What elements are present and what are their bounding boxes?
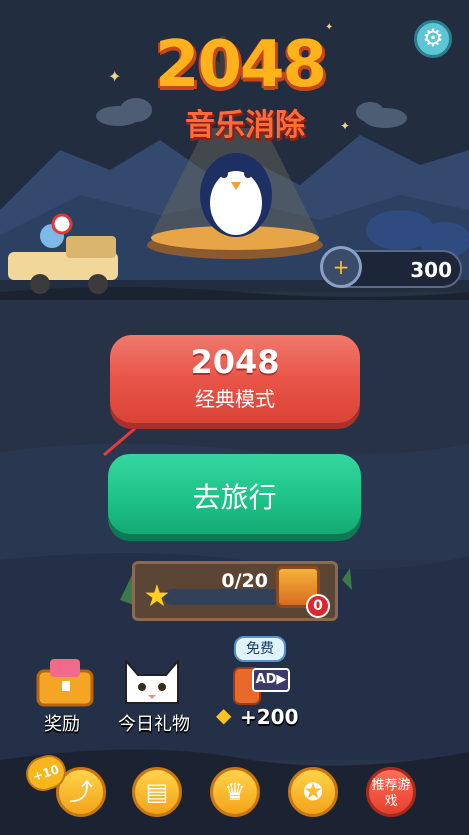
book-button[interactable]: ▤ bbox=[132, 767, 182, 817]
travel-button[interactable]: 去旅行 bbox=[108, 454, 361, 534]
ad-coin-reward: +200 bbox=[240, 705, 299, 729]
coin-balance-value: 300 bbox=[410, 258, 452, 282]
book-icon: ▤ bbox=[145, 778, 169, 806]
svg-text:✦: ✦ bbox=[340, 119, 350, 133]
share-icon: ⤴ bbox=[69, 778, 93, 806]
penguin-character bbox=[200, 153, 272, 237]
banana-coin-icon[interactable]: + bbox=[320, 246, 362, 288]
banana-coin-small-icon: ◆ bbox=[216, 703, 232, 727]
reward-label: 奖励 bbox=[44, 714, 80, 735]
classic-mode-label: 经典模式 bbox=[195, 387, 275, 411]
crown-icon: ♛ bbox=[224, 778, 246, 806]
medal-icon: ✪ bbox=[302, 778, 324, 806]
classic-mode-number: 2048 bbox=[190, 343, 280, 381]
achievement-button[interactable]: ✪ bbox=[288, 767, 338, 817]
star-icon: ★ bbox=[143, 579, 171, 614]
travel-button-label: 去旅行 bbox=[192, 481, 277, 514]
svg-text:✦: ✦ bbox=[108, 67, 121, 86]
logo-title: 2048 bbox=[154, 28, 327, 102]
classic-mode-button[interactable]: 2048 经典模式 bbox=[110, 335, 360, 423]
logo-subtitle: 音乐消除 bbox=[185, 108, 305, 143]
progress-track bbox=[164, 589, 280, 605]
chest-badge: 0 bbox=[306, 594, 330, 618]
settings-button[interactable]: ⚙ bbox=[414, 20, 452, 58]
free-tag: 免费 bbox=[234, 636, 286, 662]
reward-chest-icon[interactable] bbox=[30, 655, 100, 711]
daily-gift-label: 今日礼物 bbox=[118, 714, 190, 735]
cat-gift-icon[interactable] bbox=[120, 657, 184, 713]
recommend-games-button[interactable]: 推荐游戏 bbox=[366, 767, 416, 817]
gear-icon: ⚙ bbox=[422, 24, 444, 52]
ad-video-icon[interactable]: AD▶ bbox=[252, 668, 290, 692]
leaderboard-button[interactable]: ♛ bbox=[210, 767, 260, 817]
